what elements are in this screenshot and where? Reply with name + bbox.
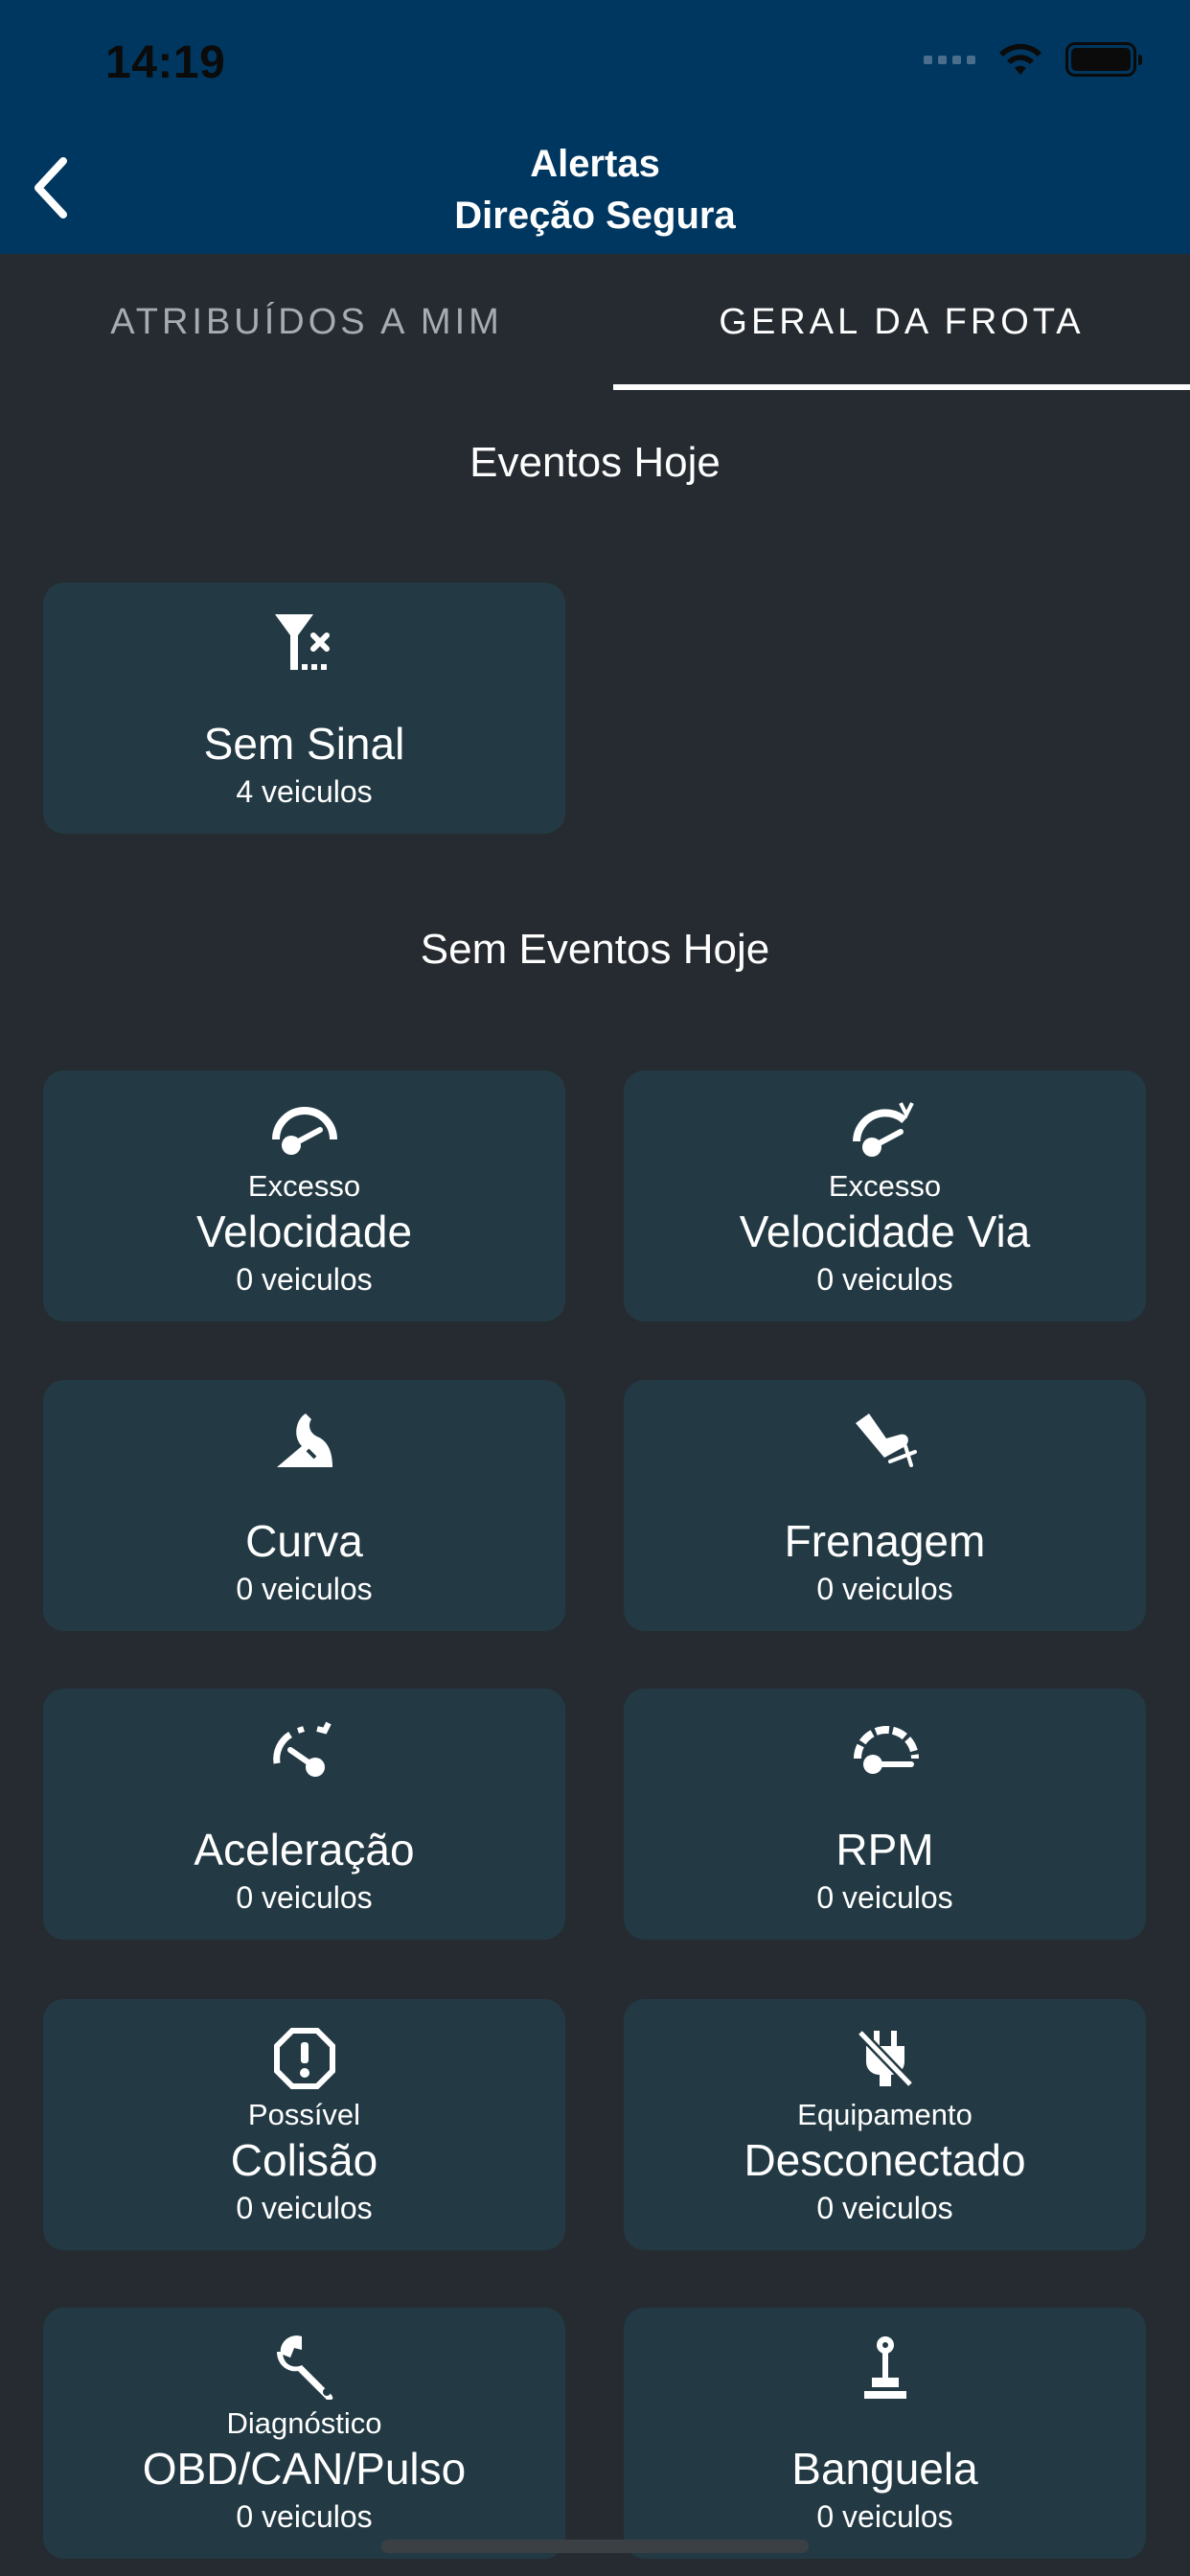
alert-card-diagnostics[interactable]: Diagnóstico OBD/CAN/Pulso 0 veiculos (43, 2308, 565, 2559)
alert-card-acceleration[interactable]: Aceleração 0 veiculos (43, 1689, 565, 1940)
wrench-icon (266, 2329, 343, 2405)
unplugged-icon (847, 2020, 924, 2097)
tab-fleet-overview[interactable]: GERAL DA FROTA (613, 254, 1190, 390)
status-time: 14:19 (105, 37, 226, 88)
alert-card-count: 0 veiculos (816, 1572, 953, 1606)
alert-card-count: 4 veiculos (236, 774, 373, 809)
alert-card-count: 0 veiculos (816, 1262, 953, 1297)
alert-card-count: 0 veiculos (816, 2499, 953, 2534)
tab-bar: ATRIBUÍDOS A MIM GERAL DA FROTA (0, 254, 1190, 390)
alert-card-name: Velocidade (195, 1207, 413, 1256)
alert-card-prefix: Equipamento (797, 2098, 973, 2131)
alert-card-name: Frenagem (784, 1516, 986, 1566)
alert-card-curve[interactable]: Curva 0 veiculos (43, 1380, 565, 1631)
alert-card-neutral-coasting[interactable]: Banguela 0 veiculos (624, 2308, 1146, 2559)
alert-card-count: 0 veiculos (816, 1880, 953, 1915)
alert-card-rpm[interactable]: RPM 0 veiculos (624, 1689, 1146, 1940)
speedometer-icon (266, 1092, 343, 1168)
alert-card-road-speeding[interactable]: Excesso Velocidade Via 0 veiculos (624, 1070, 1146, 1322)
alert-card-count: 0 veiculos (816, 2191, 953, 2225)
alert-card-name: Sem Sinal (203, 719, 405, 769)
alert-card-count: 0 veiculos (236, 1262, 373, 1297)
alert-card-speeding[interactable]: Excesso Velocidade 0 veiculos (43, 1070, 565, 1322)
alert-card-count: 0 veiculos (236, 2499, 373, 2534)
gear-stick-icon (847, 2329, 924, 2405)
curve-icon (266, 1401, 343, 1478)
alert-card-disconnected[interactable]: Equipamento Desconectado 0 veiculos (624, 1999, 1146, 2250)
tab-assigned-to-me[interactable]: ATRIBUÍDOS A MIM (0, 254, 613, 390)
alert-card-name: Velocidade Via (739, 1207, 1031, 1256)
alert-card-name: Curva (245, 1516, 363, 1566)
alert-card-name: Desconectado (744, 2135, 1026, 2185)
page-title: Alertas Direção Segura (0, 138, 1190, 242)
alert-card-prefix: Diagnóstico (226, 2406, 382, 2440)
home-indicator[interactable] (381, 2540, 809, 2553)
acceleration-gauge-icon (266, 1710, 343, 1786)
section-title-no-events-today: Sem Eventos Hoje (420, 926, 770, 973)
section-title-events-today: Eventos Hoje (469, 439, 721, 486)
rpm-gauge-icon (847, 1710, 924, 1786)
alert-card-prefix: Excesso (247, 1169, 361, 1203)
page-title-line1: Alertas (530, 143, 660, 185)
alert-card-count: 0 veiculos (236, 2191, 373, 2225)
speedometer-road-icon (847, 1092, 924, 1168)
wifi-icon (999, 43, 1041, 75)
alert-card-name: Aceleração (194, 1825, 415, 1874)
alert-card-collision[interactable]: Possível Colisão 0 veiculos (43, 1999, 565, 2250)
alert-card-name: RPM (835, 1825, 934, 1874)
app-header: 14:19 Alertas Direção Segura (0, 0, 1190, 254)
page-title-line2: Direção Segura (454, 195, 736, 237)
alert-card-name: Colisão (230, 2135, 378, 2185)
tab-active-indicator (613, 384, 1190, 390)
alert-card-prefix: Possível (247, 2098, 361, 2131)
collision-warning-icon (266, 2020, 343, 2097)
alert-card-count: 0 veiculos (236, 1880, 373, 1915)
alert-card-braking[interactable]: Frenagem 0 veiculos (624, 1380, 1146, 1631)
alert-card-name: OBD/CAN/Pulso (142, 2444, 467, 2494)
alert-card-count: 0 veiculos (236, 1572, 373, 1606)
alert-card-no-signal[interactable]: Sem Sinal 4 veiculos (43, 583, 565, 834)
app-screen: 14:19 Alertas Direção Segura ATRIBUÍDOS … (0, 0, 1190, 2576)
no-signal-icon (266, 604, 343, 680)
battery-icon (1065, 42, 1142, 77)
status-indicators (924, 42, 1142, 77)
alert-card-prefix: Excesso (828, 1169, 942, 1203)
cellular-signal-icon (924, 55, 975, 64)
brake-pedal-icon (847, 1401, 924, 1478)
alert-card-name: Banguela (791, 2444, 978, 2494)
